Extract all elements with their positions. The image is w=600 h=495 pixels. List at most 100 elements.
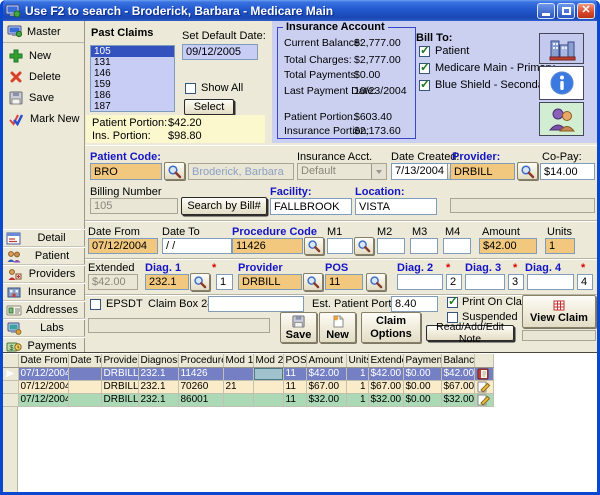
row-edit-button[interactable] bbox=[474, 380, 493, 393]
date-from-input[interactable] bbox=[88, 238, 158, 254]
procedure-search-button[interactable] bbox=[304, 237, 324, 255]
bill-to-medicare-checkbox[interactable] bbox=[419, 63, 430, 74]
cell-mod1[interactable] bbox=[223, 393, 253, 406]
col-header[interactable]: Date To bbox=[68, 354, 101, 367]
cell-date-from[interactable]: 07/12/2004 bbox=[18, 380, 68, 393]
sidebar-item-detail[interactable]: Detail bbox=[3, 229, 85, 247]
cell-extended[interactable]: $32.00 bbox=[368, 393, 403, 406]
delete-button[interactable]: Delete bbox=[9, 68, 61, 86]
diag4-order-input[interactable] bbox=[577, 274, 593, 290]
row-edit-button[interactable] bbox=[474, 393, 493, 406]
cell-units[interactable]: 1 bbox=[346, 380, 368, 393]
cell-pos[interactable]: 11 bbox=[283, 380, 306, 393]
row-selector[interactable] bbox=[3, 380, 18, 393]
procedure-code-input[interactable] bbox=[232, 238, 303, 254]
cell-mod2-active[interactable] bbox=[253, 367, 283, 380]
col-header[interactable]: Balance bbox=[441, 354, 474, 367]
print-on-claim-checkbox[interactable] bbox=[447, 297, 458, 308]
pos-search-button[interactable] bbox=[366, 273, 386, 291]
cell-mod2[interactable] bbox=[253, 393, 283, 406]
save-button-sidebar[interactable]: Save bbox=[9, 89, 54, 107]
copay-input[interactable] bbox=[540, 163, 595, 180]
show-all-checkbox[interactable] bbox=[185, 83, 196, 94]
col-header[interactable]: Provider bbox=[101, 354, 138, 367]
col-header[interactable]: Payments bbox=[403, 354, 441, 367]
diag2-order-input[interactable] bbox=[446, 274, 462, 290]
m2-input[interactable] bbox=[377, 238, 405, 254]
col-header[interactable]: Diagnosis bbox=[138, 354, 178, 367]
past-claims-listbox[interactable]: 105 131 146 159 186 187 bbox=[90, 45, 175, 112]
titlebar[interactable]: Use F2 to search - Broderick, Barbara - … bbox=[0, 0, 600, 21]
past-claim-item[interactable]: 146 bbox=[91, 68, 174, 79]
cell-units[interactable]: 1 bbox=[346, 367, 368, 380]
table-row[interactable]: ▶ 07/12/2004 DRBILL 232.1 11426 11 $42.0… bbox=[3, 367, 493, 380]
cell-procedure[interactable]: 11426 bbox=[178, 367, 223, 380]
cell-mod1[interactable] bbox=[223, 367, 253, 380]
row-selector[interactable] bbox=[3, 393, 18, 406]
past-claim-item[interactable]: 159 bbox=[91, 79, 174, 90]
line-provider-input[interactable] bbox=[238, 274, 302, 290]
past-claim-item[interactable]: 131 bbox=[91, 57, 174, 68]
diag3-order-input[interactable] bbox=[508, 274, 524, 290]
cell-pos[interactable]: 11 bbox=[283, 367, 306, 380]
cell-procedure[interactable]: 70260 bbox=[178, 380, 223, 393]
minimize-button[interactable] bbox=[537, 3, 555, 19]
cell-date-from[interactable]: 07/12/2004 bbox=[18, 367, 68, 380]
cell-mod1[interactable]: 21 bbox=[223, 380, 253, 393]
amount-input[interactable] bbox=[479, 238, 537, 254]
cell-amount[interactable]: $42.00 bbox=[306, 367, 346, 380]
sidebar-item-addresses[interactable]: Addresses bbox=[3, 301, 85, 319]
cell-provider[interactable]: DRBILL bbox=[101, 367, 138, 380]
sidebar-master-tab[interactable]: Master bbox=[3, 21, 84, 43]
est-patient-portion-input[interactable] bbox=[391, 296, 438, 312]
cell-pos[interactable]: 11 bbox=[283, 393, 306, 406]
view-claim-button[interactable]: View Claim bbox=[522, 295, 596, 328]
close-button[interactable]: ✕ bbox=[577, 3, 595, 19]
cell-date-from[interactable]: 07/12/2004 bbox=[18, 393, 68, 406]
col-header[interactable]: Mod 1 bbox=[223, 354, 253, 367]
cell-procedure[interactable]: 86001 bbox=[178, 393, 223, 406]
cell-payments[interactable]: $0.00 bbox=[403, 380, 441, 393]
cell-date-to[interactable] bbox=[68, 393, 101, 406]
col-header[interactable]: Mod 2 bbox=[253, 354, 283, 367]
maximize-button[interactable] bbox=[557, 3, 575, 19]
past-claim-item[interactable]: 186 bbox=[91, 90, 174, 101]
cell-balance[interactable]: $67.00 bbox=[441, 380, 474, 393]
diag4-input[interactable] bbox=[527, 274, 574, 290]
diag3-input[interactable] bbox=[465, 274, 505, 290]
cell-diagnosis[interactable]: 232.1 bbox=[138, 380, 178, 393]
read-add-edit-note-button[interactable]: Read/Add/Edit Note bbox=[426, 325, 514, 341]
m4-input[interactable] bbox=[443, 238, 471, 254]
col-header[interactable]: Extended bbox=[368, 354, 403, 367]
new-button[interactable]: New bbox=[9, 47, 51, 65]
cell-payments[interactable]: $0.00 bbox=[403, 393, 441, 406]
provider-input[interactable] bbox=[450, 163, 515, 180]
cell-provider[interactable]: DRBILL bbox=[101, 380, 138, 393]
save-claim-button[interactable]: Save bbox=[280, 312, 317, 343]
select-button[interactable]: Select bbox=[184, 99, 234, 115]
claim-options-button[interactable]: Claim Options bbox=[361, 312, 421, 343]
past-claim-item[interactable]: 187 bbox=[91, 101, 174, 112]
cell-diagnosis[interactable]: 232.1 bbox=[138, 367, 178, 380]
cell-mod2[interactable] bbox=[253, 380, 283, 393]
past-claim-item[interactable]: 105 bbox=[91, 46, 174, 57]
mark-new-button[interactable]: Mark New bbox=[9, 110, 80, 128]
cell-amount[interactable]: $32.00 bbox=[306, 393, 346, 406]
cell-balance[interactable]: $32.00 bbox=[441, 393, 474, 406]
sidebar-item-labs[interactable]: Labs bbox=[3, 319, 85, 337]
m1-input[interactable] bbox=[327, 238, 353, 254]
provider-search-button[interactable] bbox=[517, 162, 538, 180]
line-provider-search-button[interactable] bbox=[303, 273, 323, 291]
cell-extended[interactable]: $67.00 bbox=[368, 380, 403, 393]
facility-button[interactable] bbox=[539, 33, 584, 64]
patient-code-search-button[interactable] bbox=[164, 162, 185, 180]
cell-date-to[interactable] bbox=[68, 380, 101, 393]
info-button[interactable] bbox=[539, 66, 584, 100]
cell-extended[interactable]: $42.00 bbox=[368, 367, 403, 380]
table-row[interactable]: 07/12/2004 DRBILL 232.1 70260 21 11 $67.… bbox=[3, 380, 493, 393]
cell-date-to[interactable] bbox=[68, 367, 101, 380]
search-by-bill-button[interactable]: Search by Bill# bbox=[181, 197, 267, 215]
bill-to-patient-checkbox[interactable] bbox=[419, 46, 430, 57]
cell-units[interactable]: 1 bbox=[346, 393, 368, 406]
default-date-input[interactable] bbox=[182, 44, 258, 60]
